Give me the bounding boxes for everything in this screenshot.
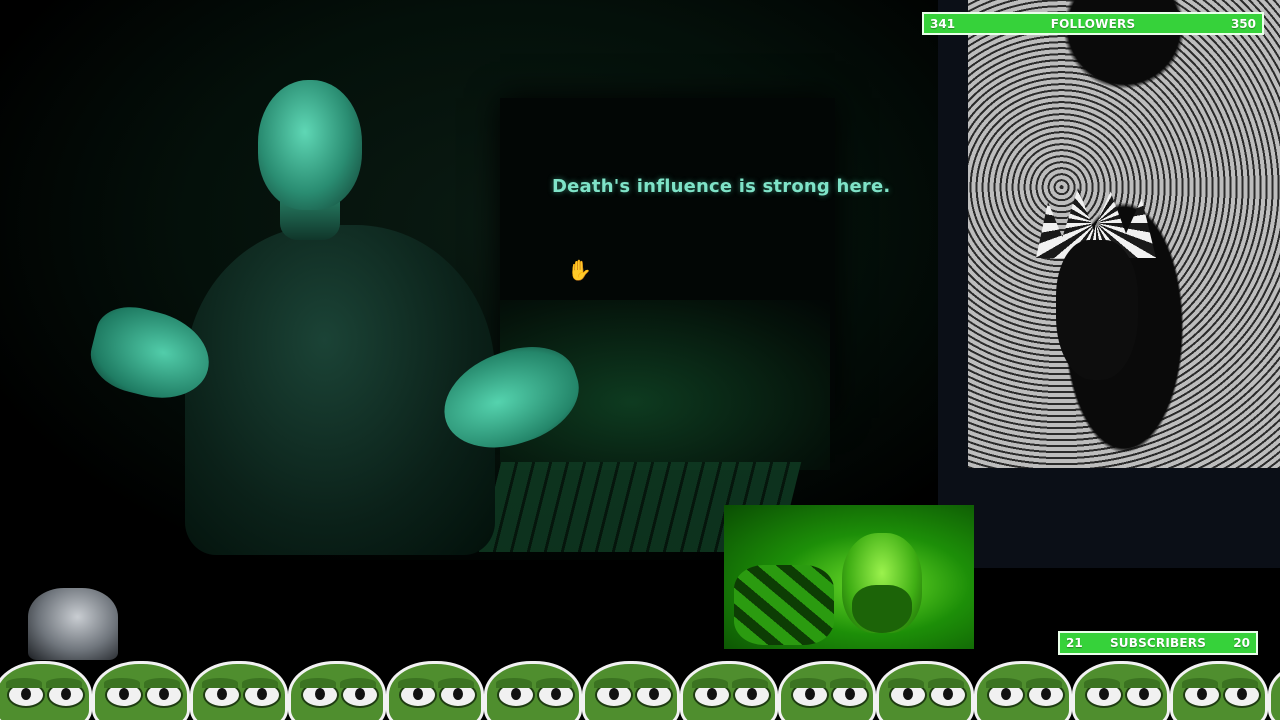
pepe-frog-icon [778, 661, 876, 720]
frog-eyelid [888, 678, 924, 688]
frog-eyelid [1182, 678, 1218, 688]
subscriber-label: SUBSCRIBERS [1109, 636, 1207, 650]
frog-eyelid [1026, 678, 1062, 688]
frog-eyelid [790, 678, 826, 688]
manga-character-face [1056, 240, 1138, 380]
hand-cursor-icon: ✋ [567, 258, 592, 282]
pepe-frog-icon [1170, 661, 1268, 720]
pepe-frog-icon [1072, 661, 1170, 720]
frog-eyelid [634, 678, 670, 688]
pepe-frog-icon [92, 661, 190, 720]
frog-eyelid [830, 678, 866, 688]
pepe-frog-icon [190, 661, 288, 720]
follower-label: FOLLOWERS [1050, 16, 1136, 31]
frog-eyelid [104, 678, 140, 688]
pepe-frog-icon [386, 661, 484, 720]
pepe-frog-icon [876, 661, 974, 720]
pepe-frog-icon [0, 661, 92, 720]
frog-eyelid [594, 678, 630, 688]
npc-body [185, 225, 495, 555]
pepe-frog-icon [582, 661, 680, 720]
pepe-frog-emotes [0, 655, 1280, 720]
follower-current: 341 [930, 16, 956, 31]
frog-eyelid [496, 678, 532, 688]
frog-eyelid [1084, 678, 1120, 688]
frog-eyelid [202, 678, 238, 688]
npc-head [258, 80, 362, 210]
pepe-frog-icon [484, 661, 582, 720]
webcam-feed [724, 505, 974, 649]
mini-streamer-avatar [28, 588, 118, 660]
frog-eyelid [242, 678, 278, 688]
frog-eyelid [438, 678, 474, 688]
frog-eyelid [6, 678, 42, 688]
frog-eyelid [928, 678, 964, 688]
frog-eyelid [300, 678, 336, 688]
frog-eyelid [732, 678, 768, 688]
webcam-pillow [734, 565, 834, 645]
follower-target: 350 [1230, 16, 1256, 31]
frog-eyelid [536, 678, 572, 688]
follower-goal-bar: 341 FOLLOWERS 350 [922, 12, 1264, 35]
pepe-frog-icon [1268, 661, 1280, 720]
manga-artwork-panel [938, 0, 1280, 568]
frog-eyelid [1222, 678, 1258, 688]
dialogue-text: Death's influence is strong here. [552, 176, 891, 197]
frog-eyelid [144, 678, 180, 688]
frog-eyelid [692, 678, 728, 688]
frog-eyelid [398, 678, 434, 688]
pepe-frog-icon [974, 661, 1072, 720]
frog-eyelid [340, 678, 376, 688]
game-view: Death's influence is strong here. ✋ [0, 0, 940, 560]
subscriber-target: 20 [1233, 636, 1250, 650]
frog-eyelid [1124, 678, 1160, 688]
pepe-frog-icon [680, 661, 778, 720]
webcam-beard [852, 585, 912, 633]
subscriber-goal-bar: 21 SUBSCRIBERS 20 [1058, 631, 1258, 655]
frog-eyelid [46, 678, 82, 688]
frog-eyelid [986, 678, 1022, 688]
pepe-frog-icon [288, 661, 386, 720]
subscriber-current: 21 [1066, 636, 1083, 650]
